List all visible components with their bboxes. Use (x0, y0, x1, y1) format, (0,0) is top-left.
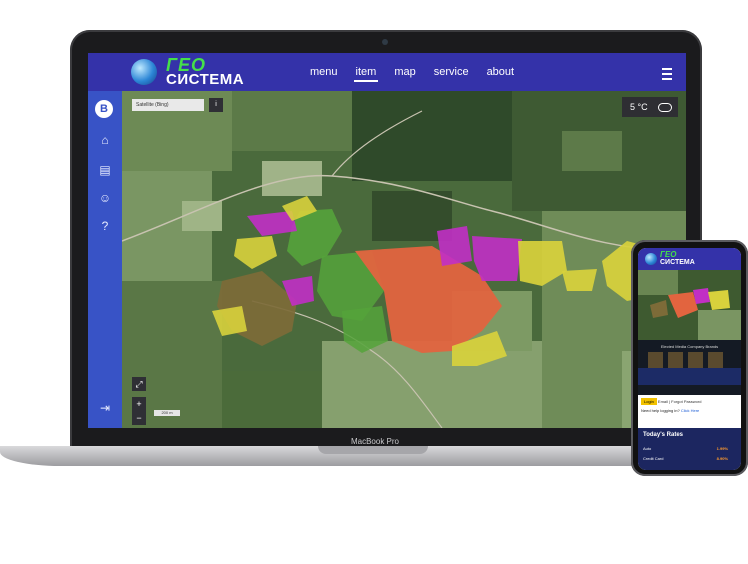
rate-label: Auto (643, 446, 652, 451)
user-icon[interactable]: ☺ (96, 189, 114, 207)
help-text: Need help logging in? (641, 408, 680, 413)
phone-screen: ГЕО СИСТЕМА Elected Media Company Brands… (638, 248, 741, 470)
weather-widget: 5 °C (622, 97, 678, 117)
map-view[interactable]: Satellite (Bing) i 5 °C ⤢ + − 200 m (122, 91, 686, 428)
satellite-map (122, 91, 686, 428)
hamburger-menu-icon[interactable] (662, 68, 672, 80)
rate-value: 1.99% (716, 446, 728, 451)
cloud-icon (658, 103, 672, 112)
logo-line2: СИСТЕМА (166, 71, 245, 88)
rate-row: Auto 1.99% (643, 446, 736, 451)
zoom-out-button[interactable]: − (132, 411, 146, 425)
rate-value: 8.90% (716, 456, 728, 461)
logo[interactable]: ГЕО СИСТЕМА (88, 53, 253, 91)
phone-map-preview (638, 270, 741, 340)
help-row: Need help logging in? Click Here (641, 408, 699, 413)
brands-title: Elected Media Company Brands (660, 344, 719, 349)
phone-banner (638, 368, 741, 385)
nav-item-menu[interactable]: menu (301, 66, 347, 78)
nav-item-map[interactable]: map (385, 66, 424, 78)
rate-label: Credit Card (643, 456, 664, 461)
zoom-in-button[interactable]: + (132, 397, 146, 411)
globe-icon (131, 59, 157, 85)
camera (382, 39, 388, 45)
nav-item-item[interactable]: item (347, 66, 386, 82)
fullscreen-button[interactable]: ⤢ (132, 377, 146, 391)
login-row: Login Email | Forgot Password (641, 398, 701, 405)
nav-item-about[interactable]: about (478, 66, 524, 78)
nav-item-service[interactable]: service (425, 66, 478, 78)
layer-select[interactable]: Satellite (Bing) (132, 99, 204, 111)
info-button[interactable]: i (209, 98, 223, 112)
temperature: 5 °C (630, 102, 648, 112)
home-icon[interactable]: ⌂ (96, 131, 114, 149)
phone-header: ГЕО СИСТЕМА (638, 248, 741, 270)
help-link[interactable]: Click Here (681, 408, 699, 413)
phone-logo-line1: ГЕО (660, 250, 677, 259)
login-links[interactable]: Email | Forgot Password (658, 399, 702, 404)
help-icon[interactable]: ? (96, 217, 114, 235)
sidebar: B ⌂ ▤ ☺ ? ⇥ (88, 91, 122, 428)
laptop-notch (318, 446, 428, 454)
login-button[interactable]: Login (641, 398, 657, 405)
brand-icon[interactable]: B (95, 100, 113, 118)
macbook-label: MacBook Pro (350, 437, 400, 446)
app-header: ГЕО СИСТЕМА menu item map service about (88, 53, 686, 91)
phone-map-image (638, 270, 741, 340)
laptop-screen: ГЕО СИСТЕМА menu item map service about … (88, 53, 686, 428)
main-nav: menu item map service about (301, 66, 524, 82)
logout-icon[interactable]: ⇥ (96, 399, 114, 417)
rates-title: Today's Rates (643, 432, 683, 438)
clipboard-icon[interactable]: ▤ (96, 161, 114, 179)
scale-bar: 200 m (154, 410, 180, 416)
rates-panel: Today's Rates Auto 1.99% Credit Card 8.9… (638, 428, 741, 470)
rate-row: Credit Card 8.90% (643, 456, 736, 461)
phone-logo-line2: СИСТЕМА (660, 259, 695, 266)
globe-icon (645, 253, 657, 265)
